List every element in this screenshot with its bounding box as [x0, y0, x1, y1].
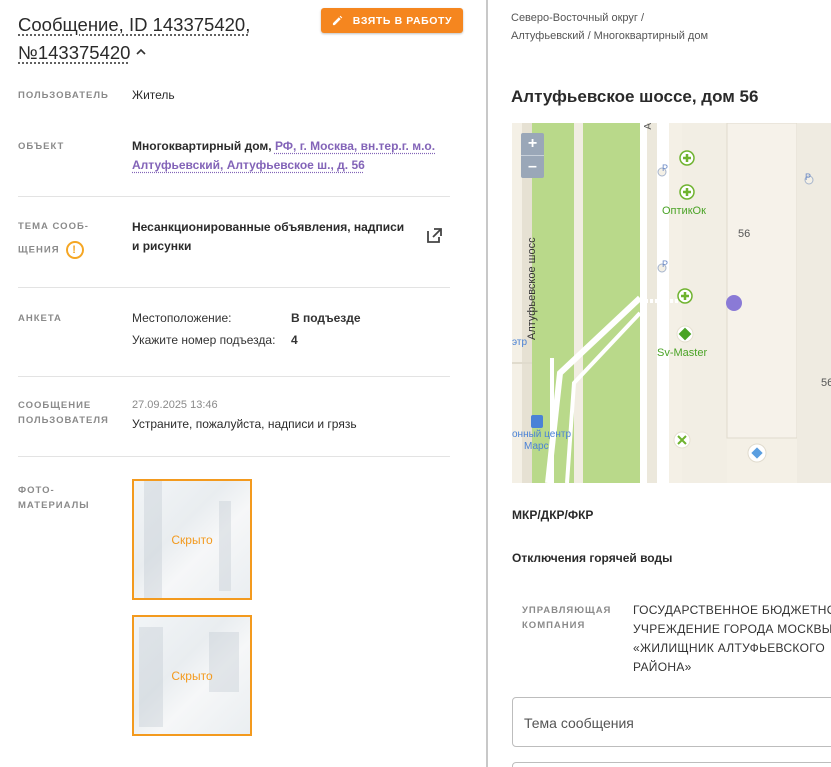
parking-icon: P — [662, 259, 669, 269]
divider — [18, 287, 450, 288]
form-key-location: Местоположение: — [132, 311, 232, 325]
take-to-work-label: ВЗЯТЬ В РАБОТУ — [352, 14, 453, 27]
photo-thumbnail[interactable]: Скрыто — [132, 615, 252, 736]
message-subject-placeholder: Тема сообщения — [524, 715, 634, 731]
mkr-section-title: МКР/ДКР/ФКР — [512, 508, 594, 522]
form-key-entrance: Укажите номер подъезда: — [132, 333, 276, 347]
map[interactable]: Алтуфьевское шосс А ОптикОк Sv-Master он… — [512, 123, 831, 483]
message-text: Устраните, пожалуйста, надписи и грязь — [132, 417, 357, 431]
object-panel: Северо-Восточный округ / Алтуфьевский / … — [488, 0, 831, 767]
zoom-in-button[interactable]: + — [521, 133, 544, 155]
zoom-out-button[interactable]: – — [521, 156, 544, 178]
map-house-number: 56 — [738, 228, 751, 240]
divider — [18, 376, 450, 377]
map-poi-mars[interactable]: онный центр Марс — [512, 429, 571, 453]
topic-label-text2: ЩЕНИЯ — [18, 244, 60, 256]
map-street-label: Алтуфьевское шосс — [526, 237, 538, 340]
divider — [18, 196, 450, 197]
map-zoom-control: + – — [521, 133, 544, 178]
divider — [18, 456, 450, 457]
hot-water-section-title: Отключения горячей воды — [512, 551, 673, 565]
object-prefix: Многоквартирный дом, — [132, 139, 272, 153]
message-label: СООБЩЕНИЕ ПОЛЬЗОВАТЕЛЯ — [18, 400, 109, 426]
message-subject-field[interactable]: Тема сообщения — [512, 697, 831, 747]
map-poi-optikok[interactable]: ОптикОк — [662, 205, 706, 217]
management-company-value: ГОСУДАРСТВЕННОЕ БЮДЖЕТНОЕ УЧРЕЖДЕНИЕ ГОР… — [633, 603, 831, 674]
map-poi-svmaster[interactable]: Sv-Master — [657, 347, 707, 359]
map-house-number-2: 56 — [821, 377, 831, 389]
message-timestamp: 27.09.2025 13:46 — [132, 399, 218, 411]
user-label: ПОЛЬЗОВАТЕЛЬ — [18, 90, 109, 101]
form-label: АНКЕТА — [18, 313, 62, 324]
map-poi-mars-line1: онный центр — [512, 429, 571, 440]
photo-hidden-caption: Скрыто — [171, 668, 213, 683]
topic-label-line2: ЩЕНИЯ! — [18, 241, 84, 259]
photo-hidden-caption: Скрыто — [171, 532, 213, 547]
topic-value: Несанкционированные объявления, надписи … — [132, 220, 405, 253]
page-title: Сообщение, ID 143375420, №143375420 — [18, 11, 318, 67]
topic-label-line1: ТЕМА СООБ- — [18, 221, 89, 232]
form-value-location: В подъезде — [291, 311, 361, 325]
map-edge-text: этр — [512, 337, 528, 348]
warning-icon: ! — [65, 241, 84, 259]
breadcrumb: Северо-Восточный округ / Алтуфьевский / … — [511, 12, 709, 42]
photo-thumbnail[interactable]: Скрыто — [132, 479, 252, 600]
parking-icon: P — [662, 163, 669, 173]
take-to-work-button[interactable]: ВЗЯТЬ В РАБОТУ — [321, 8, 463, 33]
object-address: Алтуфьевское шоссе, дом 56 — [511, 87, 759, 106]
parking-icon: P — [805, 172, 812, 182]
page-title-text: Сообщение, ID 143375420, №143375420 — [18, 14, 251, 63]
management-company-label: УПРАВЛЯЮЩАЯ КОМПАНИЯ — [522, 605, 612, 631]
map-street-label-top: А — [643, 123, 654, 130]
photos-label: ФОТО-МАТЕРИАЛЫ — [18, 485, 90, 511]
chevron-up-icon[interactable] — [136, 47, 147, 57]
map-poi-mars-line2: Марс — [524, 441, 549, 452]
photo-shape — [209, 632, 239, 692]
object-value: Многоквартирный дом, РФ, г. Москва, вн.т… — [132, 137, 442, 175]
form-value-entrance: 4 — [291, 333, 298, 347]
pencil-icon — [332, 15, 343, 26]
message-body-field[interactable] — [512, 762, 831, 767]
object-label: ОБЪЕКТ — [18, 141, 65, 152]
user-value: Житель — [132, 88, 175, 102]
message-panel: Сообщение, ID 143375420, №143375420 ВЗЯТ… — [0, 0, 486, 767]
external-link-icon[interactable] — [424, 226, 444, 246]
